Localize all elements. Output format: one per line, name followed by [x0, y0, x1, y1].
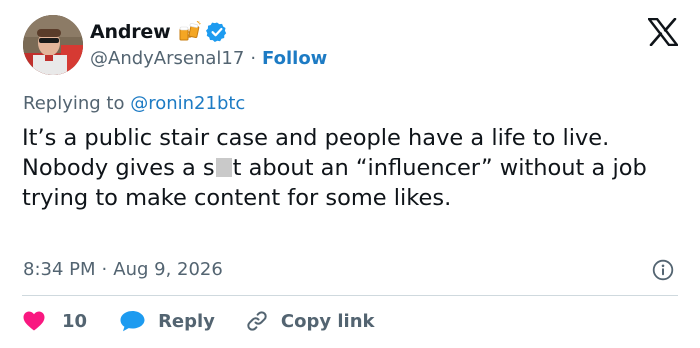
replying-to: Replying to @ronin21btc — [23, 93, 245, 114]
copy-link-button[interactable]: Copy link — [245, 309, 375, 333]
tweet-text: It’s a public stair case and people have… — [22, 123, 662, 213]
reply-label: Reply — [158, 310, 215, 332]
tweet-card: Andrew @AndyArsenal17 · Follow Replying … — [0, 0, 700, 348]
censor-block — [215, 158, 232, 177]
separator: · — [101, 259, 108, 280]
avatar[interactable] — [23, 15, 83, 75]
follow-button[interactable]: Follow — [262, 48, 327, 69]
author-handle[interactable]: @AndyArsenal17 — [90, 48, 244, 69]
tweet-time: 8:34 PM — [23, 259, 96, 280]
link-icon — [245, 309, 269, 333]
heart-icon — [22, 310, 46, 332]
divider — [22, 295, 678, 296]
reply-button[interactable]: Reply — [119, 309, 215, 333]
reply-mention-link[interactable]: @ronin21btc — [130, 93, 245, 114]
like-button[interactable]: 10 — [22, 310, 87, 332]
info-icon[interactable] — [652, 259, 674, 281]
author-name[interactable]: Andrew — [90, 21, 171, 43]
like-count: 10 — [62, 310, 88, 332]
speech-bubble-icon — [119, 309, 146, 333]
separator: · — [250, 48, 257, 69]
beer-mugs-icon — [178, 20, 202, 43]
verified-badge-icon — [206, 21, 228, 43]
author-handle-row: @AndyArsenal17 · Follow — [90, 48, 327, 69]
replying-to-label: Replying to — [23, 93, 131, 114]
author-name-row: Andrew — [90, 19, 228, 45]
x-logo-icon[interactable] — [647, 17, 679, 47]
copy-link-label: Copy link — [280, 310, 375, 332]
tweet-timestamp[interactable]: 8:34 PM · Aug 9, 2026 — [23, 259, 223, 280]
tweet-date: Aug 9, 2026 — [113, 259, 223, 280]
action-bar: 10 Reply Copy link — [22, 308, 375, 334]
